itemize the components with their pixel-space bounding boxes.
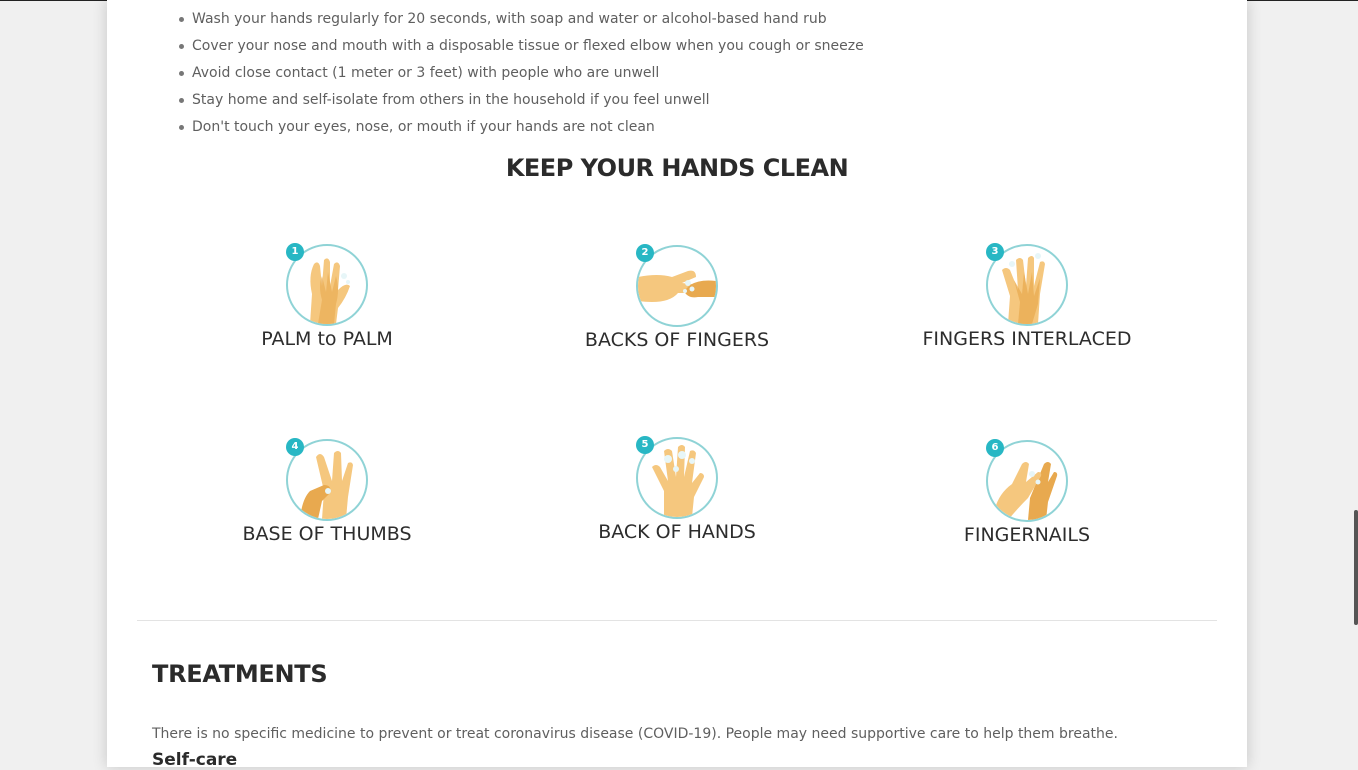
step-number-badge: 5 — [636, 436, 654, 454]
list-item: Cover your nose and mouth with a disposa… — [177, 35, 864, 62]
prevention-tips-list: Wash your hands regularly for 20 seconds… — [177, 8, 864, 143]
step-number-badge: 1 — [286, 243, 304, 261]
content-page: Wash your hands regularly for 20 seconds… — [107, 0, 1247, 770]
treatments-title: TREATMENTS — [152, 660, 328, 688]
step-fingers-interlaced: 3 FINGERS INTERLACED — [877, 243, 1177, 350]
step-backs-of-fingers: 2 BACKS OF FINGERS — [527, 244, 827, 351]
step-number-badge: 6 — [986, 439, 1004, 457]
step-number-badge: 4 — [286, 438, 304, 456]
step-palm-to-palm: 1 PALM to PALM — [177, 243, 477, 350]
section-divider — [137, 620, 1217, 621]
scrollbar-thumb[interactable] — [1354, 510, 1358, 625]
step-number-badge: 3 — [986, 243, 1004, 261]
list-item: Don't touch your eyes, nose, or mouth if… — [177, 116, 864, 143]
list-item: Wash your hands regularly for 20 seconds… — [177, 8, 864, 35]
list-item: Stay home and self-isolate from others i… — [177, 89, 864, 116]
step-number-badge: 2 — [636, 244, 654, 262]
step-back-of-hands: 5 BACK OF HANDS — [527, 436, 827, 543]
step-fingernails: 6 FINGERNAILS — [877, 439, 1177, 546]
handwashing-title: KEEP YOUR HANDS CLEAN — [505, 154, 849, 182]
list-item: Avoid close contact (1 meter or 3 feet) … — [177, 62, 864, 89]
step-base-of-thumbs: 4 BASE OF THUMBS — [177, 438, 477, 545]
treatments-text: There is no specific medicine to prevent… — [152, 726, 1118, 742]
self-care-heading: Self-care — [152, 750, 238, 770]
